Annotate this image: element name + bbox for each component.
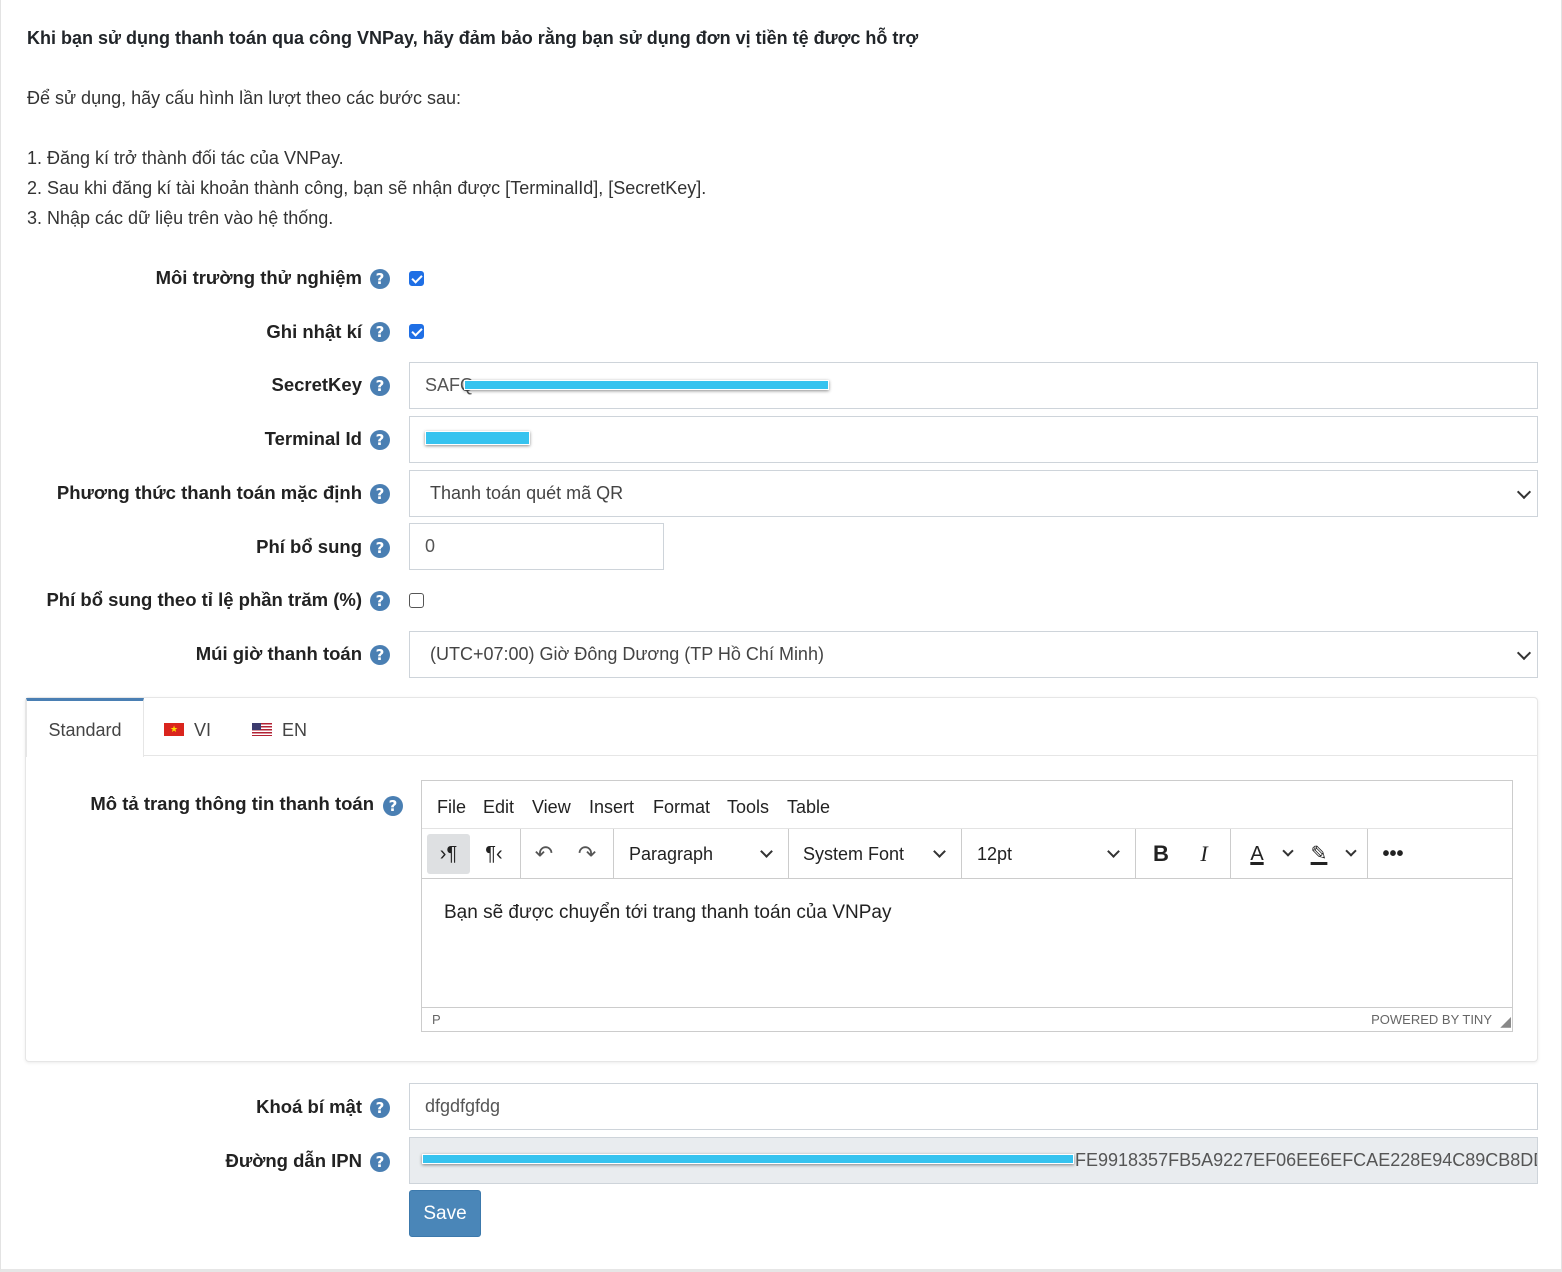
- font-size-value: 12pt: [977, 844, 1013, 864]
- terminal-id-input[interactable]: [409, 416, 1538, 463]
- help-icon[interactable]: ?: [370, 538, 390, 558]
- editor-content-text: Bạn sẽ được chuyển tới trang thanh toán …: [444, 902, 892, 923]
- redo-icon[interactable]: ↷: [567, 834, 607, 874]
- ltr-direction-icon[interactable]: ›¶: [427, 834, 470, 874]
- toolbar-divider: [613, 829, 614, 878]
- text-color-icon[interactable]: A: [1237, 834, 1277, 874]
- save-button[interactable]: Save: [409, 1190, 481, 1237]
- terminal-id-label: Terminal Id: [264, 428, 362, 449]
- default-method-select[interactable]: Thanh toán quét mã QR: [409, 470, 1538, 517]
- redaction-bar: [425, 431, 530, 445]
- tab-standard-label: Standard: [48, 720, 122, 740]
- font-family-value: System Font: [803, 844, 905, 864]
- logging-label: Ghi nhật kí: [266, 321, 362, 342]
- help-icon[interactable]: ?: [370, 376, 390, 396]
- chevron-down-icon: [1282, 845, 1294, 857]
- setup-step-2: 2. Sau khi đăng kí tài khoản thành công,…: [27, 178, 707, 198]
- editor-content-area[interactable]: Bạn sẽ được chuyển tới trang thanh toán …: [422, 879, 1512, 1009]
- fee-percentage-label: Phí bổ sung theo tỉ lệ phần trăm (%): [46, 589, 362, 610]
- font-family-dropdown[interactable]: System Font: [803, 829, 953, 879]
- menu-insert[interactable]: Insert: [589, 781, 634, 833]
- undo-icon[interactable]: ↶: [524, 834, 564, 874]
- chevron-down-icon: [1516, 484, 1532, 500]
- font-size-dropdown[interactable]: 12pt: [977, 829, 1127, 879]
- help-icon[interactable]: ?: [370, 1098, 390, 1118]
- sandbox-label: Môi trường thử nghiệm: [155, 267, 362, 288]
- ipn-url-label: Đường dẫn IPN: [225, 1150, 362, 1171]
- editor-toolbar: ›¶ ¶‹ ↶ ↷ Paragraph System Font 12pt B I…: [422, 829, 1512, 879]
- hash-secret-input[interactable]: dfgdfgfdg: [409, 1083, 1538, 1130]
- resize-handle-icon[interactable]: ◢: [1500, 1013, 1511, 1030]
- vietnam-flag-icon: [164, 722, 184, 736]
- menu-tools[interactable]: Tools: [727, 781, 769, 833]
- additional-fee-value: 0: [425, 536, 436, 556]
- us-flag-icon: [252, 722, 272, 736]
- language-tabs: Standard VI EN: [26, 698, 1537, 757]
- redaction-bar: [422, 1154, 1074, 1164]
- redaction-bar: [464, 380, 829, 390]
- menu-view[interactable]: View: [532, 781, 571, 833]
- ipn-url-value: FE9918357FB5A9227EF06EE6EFCAE228E94C89CB…: [1075, 1150, 1538, 1170]
- help-icon[interactable]: ?: [370, 322, 390, 342]
- more-options-icon[interactable]: •••: [1373, 834, 1413, 874]
- timezone-label: Múi giờ thanh toán: [195, 643, 362, 664]
- default-method-value: Thanh toán quét mã QR: [430, 483, 624, 503]
- editor-statusbar: P POWERED BY TINY ◢: [422, 1007, 1512, 1031]
- menu-edit[interactable]: Edit: [483, 781, 514, 833]
- toolbar-divider: [1230, 829, 1231, 878]
- help-icon[interactable]: ?: [370, 430, 390, 450]
- help-icon[interactable]: ?: [383, 796, 403, 816]
- help-icon[interactable]: ?: [370, 269, 390, 289]
- description-label: Mô tả trang thông tin thanh toán: [90, 793, 374, 814]
- timezone-select[interactable]: (UTC+07:00) Giờ Đông Dương (TP Hồ Chí Mi…: [409, 631, 1538, 678]
- toolbar-divider: [1367, 829, 1368, 878]
- setup-step-1: 1. Đăng kí trở thành đối tác của VNPay.: [27, 148, 344, 168]
- secret-key-label: SecretKey: [271, 374, 362, 395]
- setup-step-3: 3. Nhập các dữ liệu trên vào hệ thống.: [27, 208, 334, 228]
- tab-en[interactable]: EN: [252, 698, 322, 756]
- toolbar-divider: [520, 829, 521, 878]
- help-icon[interactable]: ?: [370, 591, 390, 611]
- tab-vi-label: VI: [194, 720, 212, 740]
- menu-format[interactable]: Format: [653, 781, 710, 833]
- tab-vi[interactable]: VI: [164, 698, 234, 756]
- tiny-branding[interactable]: POWERED BY TINY: [1371, 1012, 1492, 1027]
- highlight-color-icon[interactable]: ✎: [1299, 834, 1339, 874]
- default-method-label: Phương thức thanh toán mặc định: [56, 482, 362, 503]
- rtl-direction-icon[interactable]: ¶‹: [474, 834, 514, 874]
- help-icon[interactable]: ?: [370, 645, 390, 665]
- block-format-value: Paragraph: [629, 844, 714, 864]
- help-icon[interactable]: ?: [370, 484, 390, 504]
- setup-lead: Để sử dụng, hãy cấu hình lần lượt theo c…: [27, 88, 461, 108]
- editor-menubar: File Edit View Insert Format Tools Table: [422, 781, 1512, 829]
- toolbar-divider: [961, 829, 962, 878]
- chevron-down-icon: [1345, 845, 1357, 857]
- chevron-down-icon: [1516, 645, 1532, 661]
- tab-en-label: EN: [282, 720, 308, 740]
- timezone-value: (UTC+07:00) Giờ Đông Dương (TP Hồ Chí Mi…: [430, 644, 824, 664]
- menu-table[interactable]: Table: [787, 781, 830, 833]
- help-icon[interactable]: ?: [370, 1152, 390, 1172]
- element-path[interactable]: P: [432, 1012, 441, 1027]
- hash-secret-label: Khoá bí mật: [256, 1096, 362, 1117]
- italic-icon[interactable]: I: [1184, 834, 1224, 874]
- toolbar-divider: [1135, 829, 1136, 878]
- currency-note: Khi bạn sử dụng thanh toán qua công VNPa…: [27, 28, 919, 48]
- additional-fee-input[interactable]: 0: [409, 523, 664, 570]
- rich-text-editor: File Edit View Insert Format Tools Table…: [421, 780, 1513, 1032]
- tab-standard[interactable]: Standard: [26, 698, 144, 757]
- menu-file[interactable]: File: [437, 781, 466, 833]
- bold-icon[interactable]: B: [1141, 834, 1181, 874]
- block-format-dropdown[interactable]: Paragraph: [629, 829, 779, 879]
- hash-secret-value: dfgdfgfdg: [425, 1096, 501, 1116]
- additional-fee-label: Phí bổ sung: [256, 536, 362, 557]
- fee-percentage-checkbox[interactable]: [409, 593, 424, 608]
- logging-checkbox[interactable]: [409, 324, 424, 339]
- sandbox-checkbox[interactable]: [409, 271, 424, 286]
- toolbar-divider: [788, 829, 789, 878]
